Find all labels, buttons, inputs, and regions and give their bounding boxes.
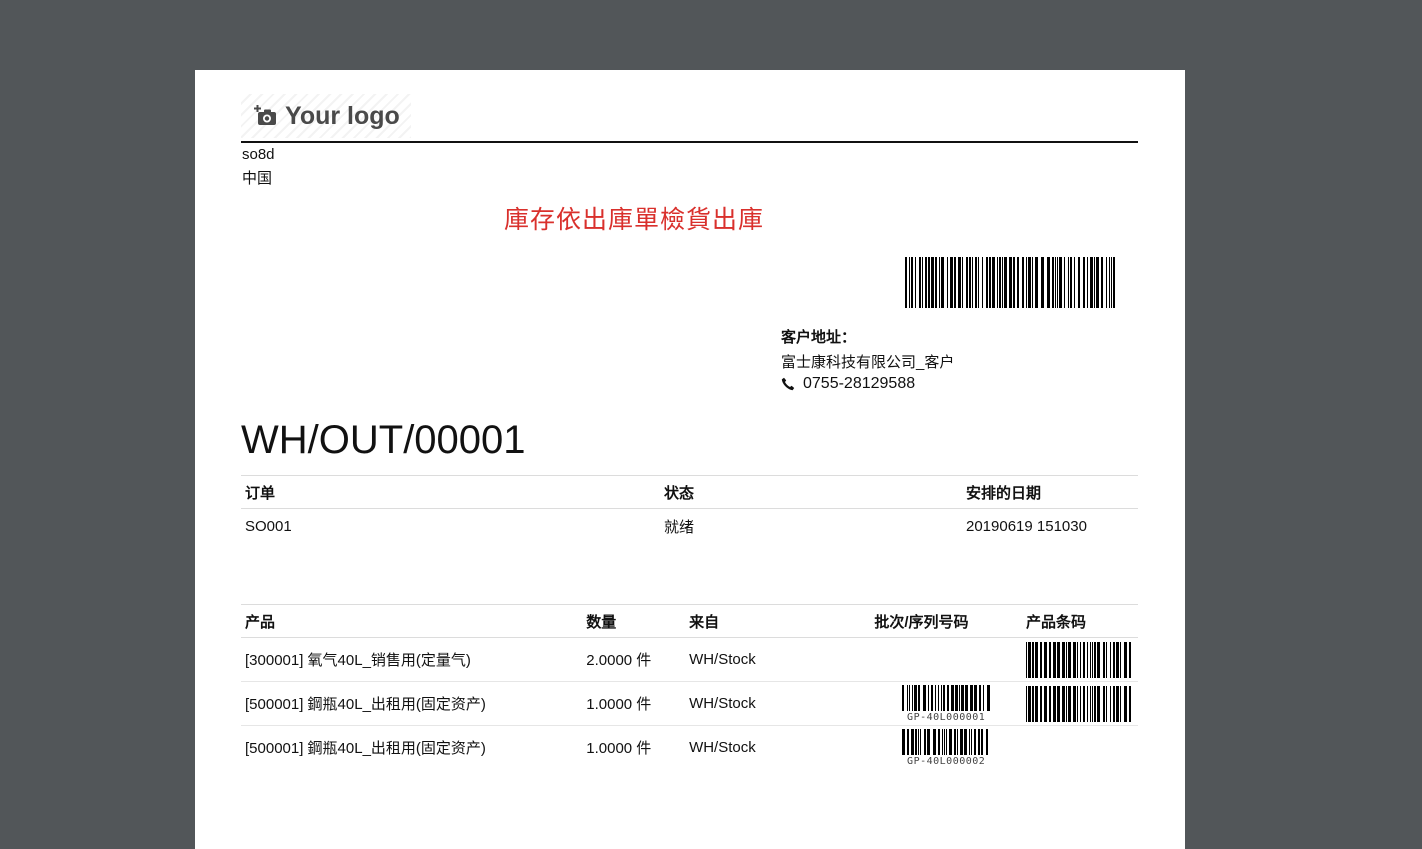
customer-address-label: 客户地址： <box>781 329 857 346</box>
header-product: 产品 <box>241 604 583 638</box>
table-row: [300001] 氧气40L_销售用(定量气) 2.0000 件 WH/Stoc… <box>241 637 1138 682</box>
lot-cell: GP-40L000002 <box>870 726 1022 770</box>
product-cell: [300001] 氧气40L_销售用(定量气) <box>241 637 583 682</box>
picking-reference: WH/OUT/00001 <box>241 418 526 462</box>
document-subtitle: 庫存依出庫單檢貨出庫 <box>503 206 764 234</box>
lot-number: GP-40L000002 <box>907 755 986 767</box>
header-order: 订单 <box>241 475 660 509</box>
status-value: 就绪 <box>664 518 695 536</box>
header-barcode: 产品条码 <box>1022 604 1138 638</box>
lot-barcode <box>902 684 991 711</box>
product-cell: [500001] 鋼瓶40L_出租用(固定资产) <box>241 681 583 726</box>
quantity-cell: 2.0000 件 <box>582 637 686 682</box>
company-name: so8d <box>242 146 275 163</box>
scheduled-date-value: 20190619 151030 <box>966 517 1087 535</box>
header-quantity: 数量 <box>582 604 686 638</box>
reference-barcode <box>905 257 1115 308</box>
document-page: Your logo so8d 中国 庫存依出庫單檢貨出庫 客户地址： 富士康科技… <box>195 70 1185 849</box>
header-from: 来自 <box>685 604 871 638</box>
lot-cell: GP-40L000001 <box>870 681 1022 726</box>
quantity-cell: 1.0000 件 <box>586 740 652 757</box>
moves-table-header: 产品 数量 来自 批次/序列号码 产品条码 <box>241 604 1138 638</box>
from-cell: WH/Stock <box>685 637 871 682</box>
lot-cell <box>870 637 1022 682</box>
header-scheduled-date: 安排的日期 <box>962 475 1138 509</box>
order-value: SO001 <box>245 517 292 535</box>
product-barcode <box>1026 641 1131 678</box>
camera-add-icon <box>251 101 281 131</box>
table-row: [500001] 鋼瓶40L_出租用(固定资产) 1.0000 件 WH/Sto… <box>241 726 1138 770</box>
product-barcode-cell <box>1022 726 1138 770</box>
product-cell: [500001] 鋼瓶40L_出租用(固定资产) <box>245 740 486 757</box>
company-logo: Your logo <box>241 94 411 138</box>
header-status: 状态 <box>660 475 962 509</box>
header-divider <box>241 141 1138 143</box>
product-barcode-cell <box>1022 681 1138 726</box>
company-country: 中国 <box>242 170 273 187</box>
product-barcode <box>1026 685 1131 722</box>
stock-moves-table: 产品 数量 来自 批次/序列号码 产品条码 [300001] 氧气40L_销售用… <box>241 604 1138 769</box>
quantity-cell: 1.0000 件 <box>582 681 686 726</box>
info-table-header: 订单 状态 安排的日期 <box>241 475 1138 509</box>
from-cell: WH/Stock <box>685 681 871 726</box>
logo-text: Your logo <box>285 101 400 130</box>
pdf-viewer: Your logo so8d 中国 庫存依出庫單檢貨出庫 客户地址： 富士康科技… <box>0 0 1422 849</box>
lot-barcode <box>902 728 989 755</box>
product-barcode-cell <box>1022 637 1138 682</box>
picking-info-table: 订单 状态 安排的日期 SO001 就绪 20190619 151030 <box>241 475 1138 543</box>
table-row: [500001] 鋼瓶40L_出租用(固定资产) 1.0000 件 WH/Sto… <box>241 681 1138 726</box>
customer-phone-number: 0755-28129588 <box>803 375 916 392</box>
from-cell: WH/Stock <box>689 739 756 756</box>
header-lot: 批次/序列号码 <box>870 604 1022 638</box>
phone-icon <box>781 377 795 391</box>
lot-number: GP-40L000001 <box>907 711 986 723</box>
customer-name: 富士康科技有限公司_客户 <box>781 354 955 371</box>
info-table-row: SO001 就绪 20190619 151030 <box>241 509 1138 544</box>
customer-phone: 0755-28129588 <box>781 375 915 393</box>
